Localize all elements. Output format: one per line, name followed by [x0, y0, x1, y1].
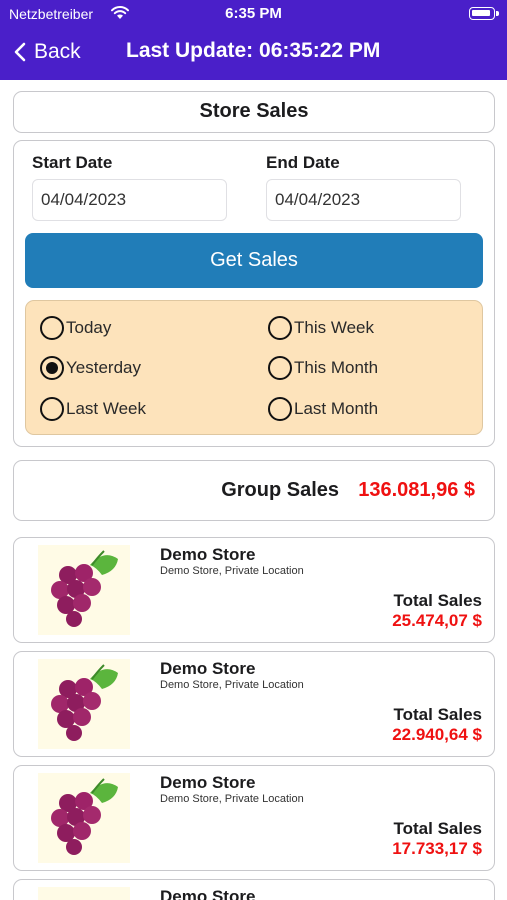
- group-sales-label: Group Sales: [221, 479, 339, 501]
- radio-last-month[interactable]: Last Month: [268, 396, 378, 422]
- battery-icon: [469, 7, 499, 20]
- radio-button-icon: [40, 397, 64, 421]
- radio-label: This Month: [294, 358, 379, 377]
- last-update-title: Last Update: 06:35:22 PM: [126, 39, 381, 62]
- radio-last-week[interactable]: Last Week: [40, 396, 146, 422]
- store-name: Demo Store: [160, 773, 256, 792]
- store-location: Demo Store, Private Location: [160, 679, 304, 691]
- group-sales-value: 136.081,96 $: [358, 479, 475, 501]
- store-location: Demo Store, Private Location: [160, 565, 304, 577]
- total-sales-label: Total Sales: [393, 819, 483, 838]
- total-sales-value: 25.474,07 $: [392, 611, 482, 630]
- store-name: Demo Store: [160, 545, 256, 564]
- store-name: Demo Store: [160, 887, 256, 900]
- total-sales-value: 22.940,64 $: [392, 725, 482, 744]
- filter-card: Start Date End Date Get Sales Today This…: [13, 140, 495, 447]
- radio-button-icon: [268, 356, 292, 380]
- store-row[interactable]: Demo Store Demo Store, Private Location …: [13, 537, 495, 643]
- radio-label: Last Month: [294, 399, 379, 418]
- grapes-icon: [38, 773, 130, 863]
- start-date-field[interactable]: [32, 179, 227, 221]
- start-date-label: Start Date: [32, 153, 113, 172]
- end-date-label: End Date: [266, 153, 340, 172]
- period-radio-group: Today This Week Yesterday This Month Las…: [25, 300, 483, 435]
- radio-yesterday[interactable]: Yesterday: [40, 355, 141, 381]
- chevron-left-icon: [14, 42, 26, 62]
- radio-label: This Week: [294, 318, 374, 337]
- radio-this-month[interactable]: This Month: [268, 355, 378, 381]
- section-title-card: Store Sales: [13, 91, 495, 133]
- store-row[interactable]: Demo Store Demo Store, Private Location …: [13, 765, 495, 871]
- get-sales-button[interactable]: Get Sales: [25, 233, 483, 288]
- total-sales-label: Total Sales: [393, 591, 483, 610]
- total-sales-value: 17.733,17 $: [392, 839, 482, 858]
- radio-button-icon: [268, 316, 292, 340]
- radio-button-icon: [40, 316, 64, 340]
- store-location: Demo Store, Private Location: [160, 793, 304, 805]
- store-row[interactable]: Demo Store Demo Store, Private Location …: [13, 651, 495, 757]
- back-button[interactable]: Back: [14, 38, 81, 66]
- store-row[interactable]: Demo Store: [13, 879, 495, 900]
- end-date-field[interactable]: [266, 179, 461, 221]
- section-title: Store Sales: [199, 100, 309, 122]
- radio-label: Last Week: [66, 399, 147, 418]
- group-sales-card: Group Sales 136.081,96 $: [13, 460, 495, 521]
- store-name: Demo Store: [160, 659, 256, 678]
- radio-label: Today: [66, 318, 112, 337]
- radio-today[interactable]: Today: [40, 315, 111, 341]
- status-time: 6:35 PM: [225, 5, 282, 22]
- radio-button-checked-icon: [40, 356, 64, 380]
- grapes-icon: [38, 659, 130, 749]
- grapes-icon: [38, 545, 130, 635]
- navigation-header: Netzbetreiber 6:35 PM Back Last Update: …: [0, 0, 507, 80]
- radio-this-week[interactable]: This Week: [268, 315, 374, 341]
- total-sales-label: Total Sales: [393, 705, 483, 724]
- grapes-icon: [38, 887, 130, 900]
- back-label: Back: [34, 40, 81, 63]
- radio-label: Yesterday: [66, 358, 141, 377]
- radio-button-icon: [268, 397, 292, 421]
- status-bar: Netzbetreiber 6:35 PM: [0, 0, 507, 28]
